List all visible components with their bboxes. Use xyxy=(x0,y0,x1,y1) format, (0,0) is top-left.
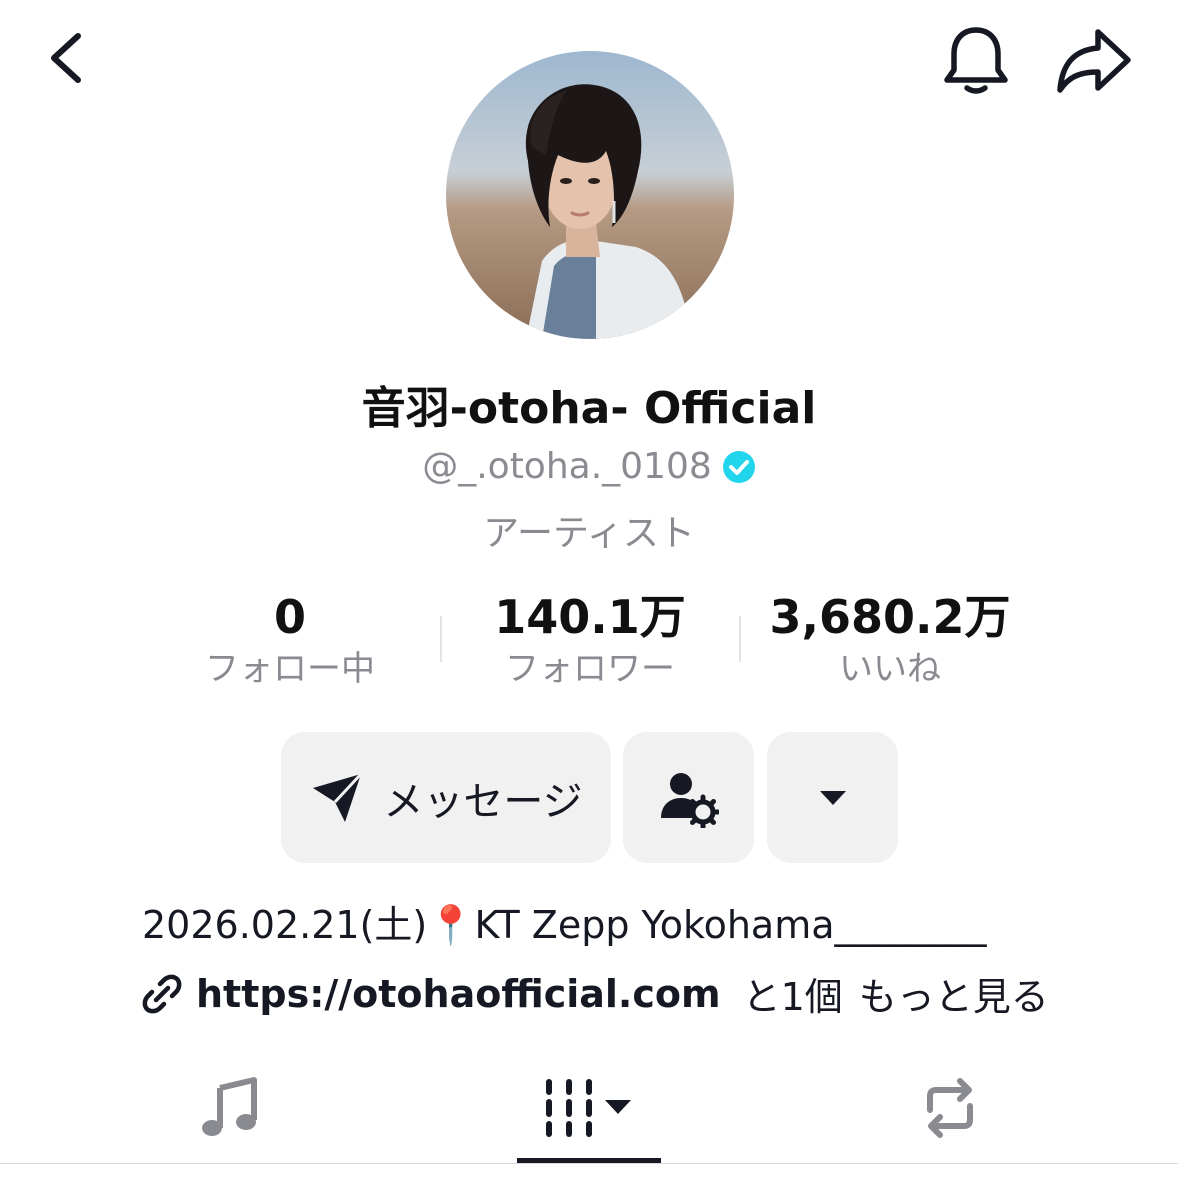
music-note-icon xyxy=(202,1077,257,1136)
paper-plane-icon xyxy=(313,772,363,822)
back-button[interactable] xyxy=(38,26,98,90)
bio-link-row[interactable]: https://otohaofficial.com と1個 もっと見る xyxy=(142,966,1049,1021)
bio-link-extra: と1個 xyxy=(742,975,843,1019)
handle-row: @_.otoha._0108 xyxy=(0,446,1178,487)
followers-label: フォロワー xyxy=(505,649,675,689)
display-name: 音羽-otoha- Official xyxy=(361,383,817,434)
account-category: アーティスト xyxy=(483,513,695,554)
avatar[interactable] xyxy=(446,51,734,339)
chevron-left-icon xyxy=(51,33,81,83)
tab-videos[interactable] xyxy=(517,1060,661,1156)
more-options-button[interactable] xyxy=(767,732,898,863)
followers-count: 140.1万 xyxy=(494,590,686,644)
message-button[interactable]: メッセージ xyxy=(281,732,611,863)
link-icon xyxy=(142,974,182,1013)
verified-badge-icon xyxy=(722,450,755,483)
following-count: 0 xyxy=(273,590,306,644)
message-button-label: メッセージ xyxy=(383,778,583,825)
username-handle: @_.otoha._0108 xyxy=(422,446,712,487)
tab-reposts[interactable] xyxy=(880,1060,1020,1156)
friend-settings-button[interactable] xyxy=(623,732,754,863)
likes-label: いいね xyxy=(839,649,941,689)
following-label: フォロー中 xyxy=(205,649,375,689)
bio-text: 2026.02.21(土)📍KT Zepp Yokohama________ xyxy=(142,903,987,947)
share-arrow-icon xyxy=(1057,29,1131,93)
share-button[interactable] xyxy=(1052,22,1136,98)
bell-icon xyxy=(944,27,1008,94)
see-more-link[interactable]: もっと見る xyxy=(859,966,1049,1021)
repost-icon xyxy=(927,1078,973,1138)
user-settings-icon xyxy=(660,772,719,828)
bio-link-url[interactable]: https://otohaofficial.com xyxy=(196,972,721,1016)
stat-following[interactable]: 0 フォロー中 xyxy=(140,588,440,692)
video-grid-icon xyxy=(546,1079,631,1137)
tabs-divider xyxy=(0,1163,1178,1164)
caret-down-icon xyxy=(819,790,846,805)
profile-photo xyxy=(446,51,734,339)
likes-count: 3,680.2万 xyxy=(769,590,1011,644)
notification-button[interactable] xyxy=(938,22,1014,98)
stat-likes[interactable]: 3,680.2万 いいね xyxy=(740,588,1040,692)
stat-followers[interactable]: 140.1万 フォロワー xyxy=(440,588,740,692)
tab-music[interactable] xyxy=(160,1060,300,1156)
